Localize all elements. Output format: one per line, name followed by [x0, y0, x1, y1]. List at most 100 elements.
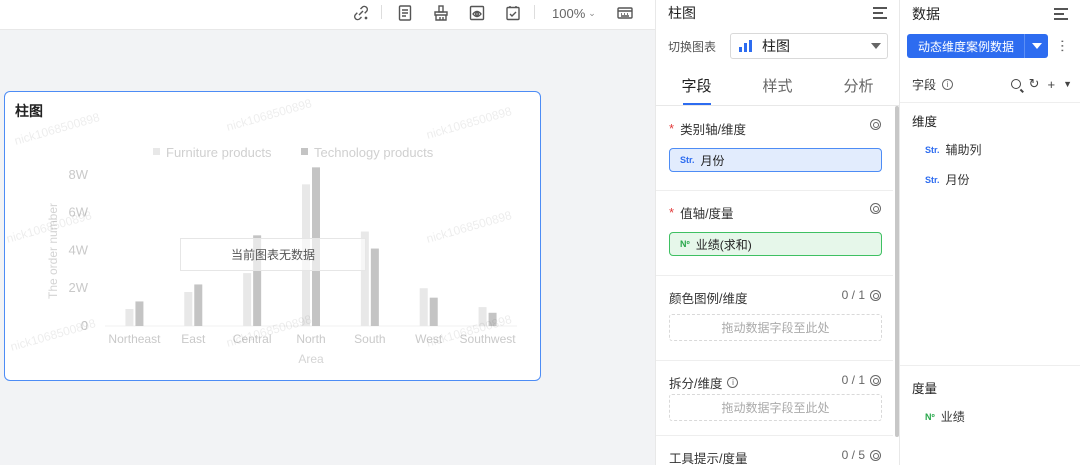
chevron-down-icon: ⌄	[588, 7, 596, 18]
bar-furniture	[243, 273, 252, 326]
x-tick-label: North	[296, 332, 325, 346]
x-tick-label: Northeast	[108, 332, 161, 346]
tab-analysis[interactable]: 分析	[818, 66, 899, 105]
category-field-name: 月份	[700, 153, 725, 168]
settings-gear-icon[interactable]	[870, 289, 881, 301]
more-options-icon[interactable]: ⋯	[1055, 39, 1071, 53]
collapse-menu-icon[interactable]	[873, 7, 887, 19]
color-legend-count: 0 / 1	[841, 288, 865, 302]
bar-furniture	[184, 292, 193, 326]
y-axis-label: The order number	[46, 203, 60, 299]
bar-chart-icon	[739, 40, 752, 52]
dimension-item[interactable]: Str. 月份	[925, 171, 970, 188]
dataset-row: 动态维度案例数据 ⋯	[907, 34, 1075, 58]
caret-down-icon[interactable]: ▼	[1063, 79, 1072, 89]
toolbar-divider	[534, 5, 535, 19]
settings-gear-icon[interactable]	[870, 119, 881, 130]
settings-gear-icon[interactable]	[870, 449, 881, 461]
dimension-item[interactable]: Str. 辅助列	[925, 141, 982, 158]
config-panel-header: 柱图	[656, 0, 899, 26]
string-type-icon: Str.	[925, 174, 940, 185]
required-mark: *	[669, 121, 675, 136]
chart-type-value: 柱图	[762, 38, 790, 54]
preview-icon[interactable]	[466, 0, 488, 26]
document-icon[interactable]	[394, 0, 416, 26]
no-data-message: 当前图表无数据	[180, 238, 366, 271]
search-icon[interactable]	[1010, 79, 1021, 89]
tooltip-count: 0 / 5	[841, 448, 865, 462]
x-tick-label: Central	[233, 332, 272, 346]
x-axis-label: Area	[298, 352, 324, 366]
config-tabs: 字段 样式 分析	[656, 66, 899, 106]
chart-config-panel: 柱图 切换图表 柱图 字段 样式 分析 * 类别轴/维度 Str. 月份 * 值轴/…	[655, 0, 899, 465]
toolbar-divider	[381, 5, 382, 19]
legend-swatch	[153, 148, 160, 155]
category-axis-label: 类别轴/维度	[680, 123, 747, 137]
dataset-select-button[interactable]: 动态维度案例数据	[907, 34, 1048, 58]
info-icon[interactable]: i	[942, 78, 954, 90]
caret-down-icon	[871, 43, 881, 49]
fields-header: 字段 i ↻ + ▼	[912, 72, 1072, 96]
bar-furniture	[419, 288, 428, 326]
settings-gear-icon[interactable]	[870, 374, 881, 386]
settings-gear-icon[interactable]	[870, 203, 881, 214]
legend-label: Furniture products	[166, 145, 272, 160]
value-axis-label: 值轴/度量	[680, 207, 734, 221]
fields-label: 字段	[912, 77, 937, 92]
value-axis-title: * 值轴/度量	[669, 203, 734, 222]
string-type-icon: Str.	[925, 144, 940, 155]
dimension-list: 维度 Str. 辅助列 Str. 月份	[900, 102, 1080, 366]
x-tick-label: South	[354, 332, 385, 346]
y-tick-label: 8W	[69, 167, 89, 182]
required-mark: *	[669, 205, 675, 220]
x-tick-label: West	[415, 332, 443, 346]
split-drop-zone[interactable]: 拖动数据字段至此处	[669, 394, 882, 421]
color-legend-section: 颜色图例/维度 0 / 1 拖动数据字段至此处	[656, 276, 893, 361]
chart-type-select[interactable]: 柱图	[730, 33, 888, 59]
collapse-menu-icon[interactable]	[1054, 8, 1068, 20]
value-field-name: 业绩(求和)	[695, 237, 752, 252]
switch-chart-row: 切换图表 柱图	[668, 33, 888, 59]
add-icon[interactable]: +	[1047, 77, 1055, 92]
checklist-icon[interactable]	[502, 0, 524, 26]
tab-style[interactable]: 样式	[737, 66, 818, 105]
chart-card[interactable]: 0 2W 4W 6W 8W The order number Northeast East Ce…	[4, 91, 541, 381]
x-tick-label: East	[181, 332, 206, 346]
x-tick-label: Southwest	[460, 332, 517, 346]
bar-technology	[135, 301, 144, 326]
y-tick-label: 0	[81, 318, 88, 333]
y-tick-label: 4W	[69, 242, 89, 257]
category-axis-section: * 类别轴/维度 Str. 月份	[656, 107, 893, 191]
tab-fields[interactable]: 字段	[656, 66, 737, 105]
dimension-group-title: 维度	[912, 115, 938, 129]
value-field-pill[interactable]: Nº 业绩(求和)	[669, 232, 882, 256]
measure-item[interactable]: Nº 业绩	[925, 408, 965, 425]
tooltip-title: 工具提示/度量	[669, 452, 748, 465]
canvas-area[interactable]: 100% ⌄ 0 2W 4W 6W 8W The order number Northeas…	[0, 0, 655, 465]
switch-chart-label: 切换图表	[668, 39, 717, 54]
tooltip-section: 工具提示/度量 0 / 5	[656, 436, 893, 465]
value-axis-section: * 值轴/度量 Nº 业绩(求和)	[656, 191, 893, 276]
number-type-icon: Nº	[680, 239, 690, 249]
legend-swatch	[301, 148, 308, 155]
bar-chart: 0 2W 4W 6W 8W The order number Northeast East Ce…	[46, 145, 517, 366]
chart-card-title: 柱图	[15, 103, 43, 119]
data-panel: 数据 动态维度案例数据 ⋯ 字段 i ↻ + ▼ 维度 Str. 辅助列 Str…	[899, 0, 1080, 465]
color-legend-title: 颜色图例/维度	[669, 292, 748, 306]
link-edit-icon[interactable]	[350, 0, 372, 26]
bar-technology	[194, 284, 203, 326]
split-section: 拆分/维度 i 0 / 1 拖动数据字段至此处	[656, 361, 893, 436]
measure-item-name: 业绩	[940, 410, 965, 424]
color-legend-drop-zone[interactable]: 拖动数据字段至此处	[669, 314, 882, 341]
keyboard-icon[interactable]	[613, 0, 637, 26]
clear-format-icon[interactable]	[430, 0, 452, 26]
refresh-icon[interactable]: ↻	[1029, 76, 1040, 92]
category-field-pill[interactable]: Str. 月份	[669, 148, 882, 172]
caret-down-icon[interactable]	[1024, 34, 1048, 58]
bar-technology	[370, 248, 379, 326]
bar-technology	[488, 312, 497, 326]
zoom-level: 100%	[552, 5, 586, 21]
number-type-icon: Nº	[925, 411, 935, 422]
info-icon[interactable]: i	[727, 377, 739, 388]
zoom-selector[interactable]: 100% ⌄	[552, 0, 596, 26]
